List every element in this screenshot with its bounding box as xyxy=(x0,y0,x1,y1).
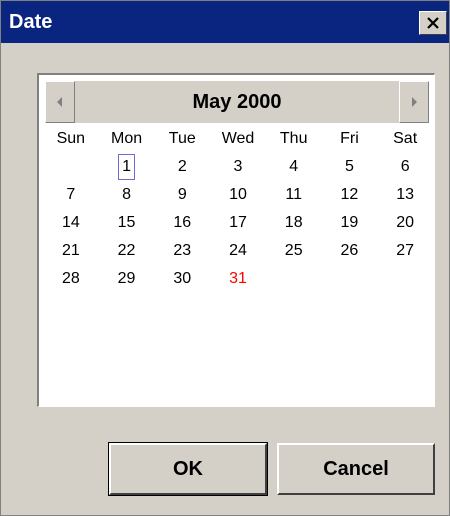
title-bar[interactable]: Date xyxy=(1,1,449,43)
day-cell[interactable]: 15 xyxy=(99,209,155,237)
calendar-panel: May 2000 Sun Mon Tue Wed Thu Fri Sat 1 2 3 4 5 6 7 8 9 1… xyxy=(37,73,435,407)
day-number: 22 xyxy=(117,242,136,259)
day-cell[interactable]: 20 xyxy=(377,209,433,237)
day-cell[interactable]: 24 xyxy=(210,237,266,265)
day-number: 23 xyxy=(173,242,192,259)
day-number: 4 xyxy=(289,158,299,175)
day-cell[interactable]: 30 xyxy=(154,265,210,293)
day-number: 6 xyxy=(400,158,410,175)
day-number: 20 xyxy=(396,214,415,231)
day-number: 24 xyxy=(229,242,247,259)
close-icon xyxy=(427,17,439,29)
day-cell[interactable]: 18 xyxy=(266,209,322,237)
day-cell[interactable]: 22 xyxy=(99,237,155,265)
day-cell[interactable]: 10 xyxy=(210,181,266,209)
day-number: 8 xyxy=(122,186,132,203)
month-year-label: May 2000 xyxy=(192,91,282,113)
ok-button[interactable]: OK xyxy=(108,442,268,496)
day-cell[interactable]: 14 xyxy=(43,209,99,237)
weekday-header: Wed xyxy=(221,130,255,147)
day-number: 14 xyxy=(61,214,80,231)
next-month-button[interactable] xyxy=(399,81,429,123)
close-button[interactable] xyxy=(419,11,447,35)
day-number: 29 xyxy=(117,270,136,287)
day-cell[interactable]: 9 xyxy=(154,181,210,209)
day-number: 31 xyxy=(229,270,247,287)
day-cell[interactable]: 8 xyxy=(99,181,155,209)
day-cell[interactable]: 26 xyxy=(322,237,378,265)
day-cell[interactable]: 3 xyxy=(210,153,266,181)
day-number: 9 xyxy=(177,186,187,203)
day-number: 28 xyxy=(61,270,80,287)
day-number: 27 xyxy=(396,242,415,259)
day-cell[interactable]: 11 xyxy=(266,181,322,209)
day-cell[interactable]: 2 xyxy=(154,153,210,181)
triangle-left-icon xyxy=(57,97,62,107)
day-cell[interactable]: 16 xyxy=(154,209,210,237)
weekday-header: Tue xyxy=(168,130,196,147)
weekday-header: Fri xyxy=(340,130,359,147)
day-cell[interactable]: 31 xyxy=(210,265,266,293)
day-cell[interactable]: 12 xyxy=(322,181,378,209)
day-number: 3 xyxy=(233,158,243,175)
weekday-header: Mon xyxy=(111,130,143,147)
month-header: May 2000 xyxy=(45,81,429,123)
day-cell[interactable]: 17 xyxy=(210,209,266,237)
day-cell[interactable]: 1 xyxy=(99,153,155,181)
day-cell[interactable]: 5 xyxy=(322,153,378,181)
day-cell[interactable]: 4 xyxy=(266,153,322,181)
day-number: 15 xyxy=(117,214,136,231)
day-number: 30 xyxy=(173,270,192,287)
weekday-header: Thu xyxy=(279,130,308,147)
day-cell[interactable]: 7 xyxy=(43,181,99,209)
day-cell[interactable]: 28 xyxy=(43,265,99,293)
day-number: 17 xyxy=(229,214,247,231)
day-number: 1 xyxy=(118,154,136,180)
day-number: 18 xyxy=(284,214,303,231)
day-number: 19 xyxy=(340,214,359,231)
day-number: 16 xyxy=(173,214,192,231)
day-cell[interactable]: 27 xyxy=(377,237,433,265)
day-cell[interactable]: 29 xyxy=(99,265,155,293)
weekday-header: Sat xyxy=(393,130,418,147)
triangle-right-icon xyxy=(412,97,417,107)
cancel-button[interactable]: Cancel xyxy=(277,443,435,495)
day-cell[interactable]: 23 xyxy=(154,237,210,265)
day-cell[interactable]: 19 xyxy=(322,209,378,237)
day-number: 10 xyxy=(229,186,247,203)
date-dialog: Date May 2000 Sun Mon Tue Wed Thu Fri Sat 1 2 3 4 5… xyxy=(0,0,450,516)
previous-month-button[interactable] xyxy=(45,81,75,123)
day-number: 25 xyxy=(284,242,303,259)
calendar-grid: Sun Mon Tue Wed Thu Fri Sat 1 2 3 4 5 6 7 8 9 10 11 12 13 14… xyxy=(43,125,433,293)
day-number: 26 xyxy=(340,242,359,259)
day-cell[interactable]: 21 xyxy=(43,237,99,265)
day-cell[interactable]: 13 xyxy=(377,181,433,209)
day-cell[interactable]: 6 xyxy=(377,153,433,181)
empty-day-cell xyxy=(43,153,99,181)
day-number: 2 xyxy=(177,158,187,175)
empty-day-cell xyxy=(266,265,322,293)
day-number: 5 xyxy=(344,158,354,175)
day-number: 12 xyxy=(340,186,359,203)
day-cell[interactable]: 25 xyxy=(266,237,322,265)
day-number: 13 xyxy=(396,186,415,203)
day-number: 11 xyxy=(285,186,302,203)
day-number: 21 xyxy=(61,242,80,259)
day-number: 7 xyxy=(66,186,76,203)
window-title: Date xyxy=(9,11,53,33)
empty-day-cell xyxy=(322,265,378,293)
empty-day-cell xyxy=(377,265,433,293)
weekday-header: Sun xyxy=(56,130,86,147)
